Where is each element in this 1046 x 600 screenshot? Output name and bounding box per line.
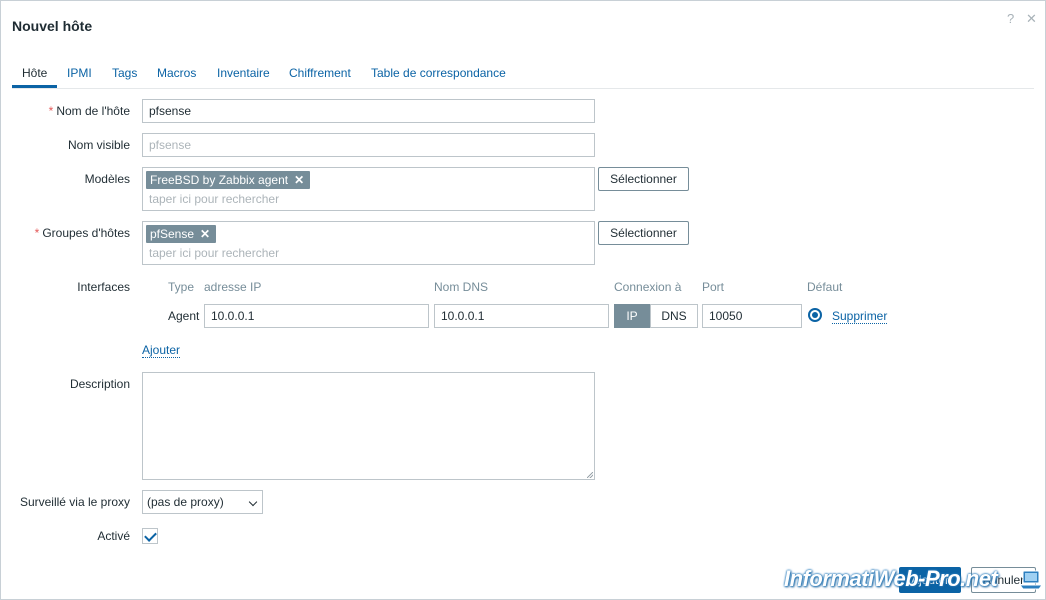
watermark-text: InformatiWeb-Pro.net — [784, 566, 998, 591]
description-textarea[interactable] — [142, 372, 595, 480]
tab-value-mapping[interactable]: Table de correspondance — [371, 66, 506, 80]
interface-dns-input[interactable]: 10.0.0.1 — [434, 304, 609, 328]
proxy-select-value: (pas de proxy) — [147, 495, 224, 509]
enabled-label: Activé — [97, 529, 130, 543]
chip-remove-icon[interactable]: ✕ — [294, 173, 304, 187]
dialog-title: Nouvel hôte — [12, 18, 93, 34]
tab-encryption[interactable]: Chiffrement — [289, 66, 351, 80]
interface-default-radio[interactable] — [808, 308, 822, 322]
tab-inventory[interactable]: Inventaire — [217, 66, 270, 80]
tab-host[interactable]: Hôte — [22, 66, 47, 80]
interfaces-header-type: Type — [168, 280, 195, 294]
host-name-input[interactable]: pfsense — [142, 99, 595, 123]
interfaces-header-port: Port — [702, 280, 725, 294]
templates-search-placeholder[interactable]: taper ici pour rechercher — [149, 192, 279, 206]
chevron-down-icon — [248, 497, 258, 507]
interface-ip-input[interactable]: 10.0.0.1 — [204, 304, 429, 328]
tab-ipmi[interactable]: IPMI — [67, 66, 92, 80]
interfaces-header-dns: Nom DNS — [434, 280, 489, 294]
connect-dns-toggle[interactable]: DNS — [650, 304, 698, 328]
visible-name-input[interactable]: pfsense — [142, 133, 595, 157]
enabled-checkbox[interactable] — [142, 528, 158, 544]
tab-macros[interactable]: Macros — [157, 66, 196, 80]
check-icon — [144, 529, 157, 542]
host-groups-select-button[interactable]: Sélectionner — [598, 221, 689, 245]
help-icon[interactable]: ? — [1007, 11, 1014, 26]
active-tab-indicator — [12, 85, 57, 88]
templates-select-button[interactable]: Sélectionner — [598, 167, 689, 191]
interfaces-header-connect: Connexion à — [614, 280, 682, 294]
host-groups-search-placeholder[interactable]: taper ici pour rechercher — [149, 246, 279, 260]
laptop-watermark-icon — [1019, 570, 1043, 590]
chip-remove-icon[interactable]: ✕ — [200, 227, 210, 241]
interface-type: Agent — [168, 309, 200, 323]
connect-ip-toggle[interactable]: IP — [614, 304, 650, 328]
description-label: Description — [69, 377, 130, 391]
tab-bar: Hôte IPMI Tags Macros Inventaire Chiffre… — [12, 58, 1034, 89]
proxy-label: Surveillé via le proxy — [19, 495, 130, 509]
template-chip: FreeBSD by Zabbix agent ✕ — [146, 171, 311, 189]
new-host-dialog: Nouvel hôte ? ✕ Hôte IPMI Tags Macros In… — [0, 0, 1046, 600]
interface-remove-link[interactable]: Supprimer — [832, 309, 888, 324]
templates-label: Modèles — [84, 172, 130, 186]
templates-multiselect[interactable]: FreeBSD by Zabbix agent ✕ taper ici pour … — [142, 167, 595, 211]
host-groups-label: * Groupes d'hôtes — [34, 226, 130, 240]
resize-grip-icon[interactable] — [587, 472, 593, 478]
host-groups-multiselect[interactable]: pfSense ✕ taper ici pour rechercher — [142, 221, 595, 265]
host-group-chip: pfSense ✕ — [146, 225, 217, 243]
interface-port-input[interactable]: 10050 — [702, 304, 802, 328]
tab-tags[interactable]: Tags — [112, 66, 137, 80]
host-name-label: * Nom de l'hôte — [48, 104, 130, 118]
visible-name-label: Nom visible — [67, 138, 130, 152]
interfaces-header-default: Défaut — [807, 280, 843, 294]
interfaces-header-ip: adresse IP — [204, 280, 262, 294]
close-icon[interactable]: ✕ — [1026, 11, 1037, 27]
interfaces-label: Interfaces — [77, 280, 130, 294]
proxy-select[interactable]: (pas de proxy) — [142, 490, 263, 514]
interface-add-link[interactable]: Ajouter — [142, 343, 181, 358]
